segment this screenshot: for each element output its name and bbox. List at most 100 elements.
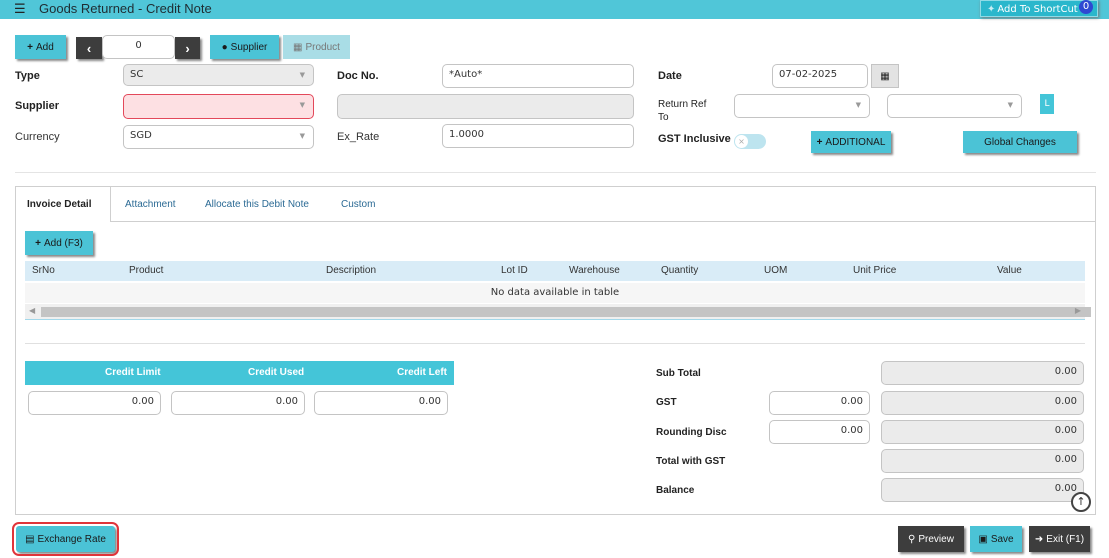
col-description[interactable]: Description xyxy=(326,265,376,276)
exchange-rate-label: Exchange Rate xyxy=(37,533,106,545)
return-ref-label-line2: To xyxy=(658,112,669,123)
save-label: Save xyxy=(990,533,1014,545)
divider xyxy=(15,172,1096,173)
currency-value: SGD xyxy=(130,130,152,141)
return-ref-select[interactable]: ▼ xyxy=(734,94,870,118)
chevron-down-icon: ▼ xyxy=(299,101,305,109)
tab-invoice-detail[interactable]: Invoice Detail xyxy=(27,199,91,210)
shortcut-count-badge: 0 xyxy=(1079,0,1093,14)
gst-rate-field[interactable]: 0.00 xyxy=(769,391,870,415)
tab-custom[interactable]: Custom xyxy=(341,199,375,210)
tab-baseline xyxy=(111,221,1096,222)
scroll-left-icon[interactable]: ◀ xyxy=(29,306,35,315)
calendar-icon: ▦ xyxy=(880,70,890,82)
exchange-rate-button[interactable]: ▤ Exchange Rate xyxy=(12,522,119,556)
tab-allocate-debit-note[interactable]: Allocate this Debit Note xyxy=(205,199,309,210)
credit-limit-field[interactable]: 0.00 xyxy=(28,391,161,415)
tab-attachment[interactable]: Attachment xyxy=(125,199,176,210)
credit-left-field[interactable]: 0.00 xyxy=(314,391,448,415)
supplier-label: Supplier xyxy=(15,100,60,112)
date-field[interactable]: 07-02-2025 xyxy=(772,64,868,88)
add-line-button[interactable]: + Add (F3) xyxy=(25,231,93,255)
currency-label: Currency xyxy=(15,131,60,143)
plus-icon: + xyxy=(27,41,34,53)
hamburger-menu-icon[interactable]: ☰ xyxy=(14,2,26,17)
additional-button[interactable]: + ADDITIONAL xyxy=(811,131,891,153)
balance-label: Balance xyxy=(656,485,695,496)
col-lot-id[interactable]: Lot ID xyxy=(501,265,528,276)
credit-left-header: Credit Left xyxy=(397,367,447,378)
title-bar: ☰ Goods Returned - Credit Note ✦ Add To S… xyxy=(0,0,1109,19)
col-srno[interactable]: SrNo xyxy=(32,265,55,276)
grid-empty-message: No data available in table xyxy=(25,283,1085,303)
calendar-button[interactable]: ▦ xyxy=(871,64,899,88)
user-icon: ● xyxy=(221,41,228,53)
chevron-down-icon: ▼ xyxy=(299,132,305,140)
divider xyxy=(25,343,1085,344)
additional-label: ADDITIONAL xyxy=(825,136,886,148)
prev-record-button[interactable]: ‹ xyxy=(76,37,102,59)
add-line-label: Add (F3) xyxy=(43,237,83,249)
return-ref-label: Return Ref To xyxy=(658,99,706,123)
col-warehouse[interactable]: Warehouse xyxy=(569,265,620,276)
col-unit-price[interactable]: Unit Price xyxy=(853,265,896,276)
add-to-shortcut-button[interactable]: ✦ Add To ShortCut 0 xyxy=(980,0,1098,17)
chevron-down-icon: ▼ xyxy=(299,71,305,79)
subtotal-field: 0.00 xyxy=(881,361,1084,385)
total-gst-field: 0.00 xyxy=(881,449,1084,473)
chevron-left-icon: ‹ xyxy=(86,40,92,56)
col-quantity[interactable]: Quantity xyxy=(661,265,698,276)
col-product[interactable]: Product xyxy=(129,265,163,276)
exit-label: Exit (F1) xyxy=(1046,533,1085,545)
type-value: SC xyxy=(130,69,144,80)
side-tag[interactable]: L xyxy=(1040,94,1054,114)
save-button[interactable]: ▣ Save xyxy=(970,526,1022,552)
credit-used-field[interactable]: 0.00 xyxy=(171,391,305,415)
col-value[interactable]: Value xyxy=(997,265,1022,276)
chevron-down-icon: ▼ xyxy=(855,101,861,109)
rounding-rate-field[interactable]: 0.00 xyxy=(769,420,870,444)
credit-header: Credit Limit Credit Used Credit Left xyxy=(25,361,454,385)
balance-field: 0.00 xyxy=(881,478,1084,502)
plus-icon: + xyxy=(35,237,41,249)
next-record-button[interactable]: › xyxy=(175,37,200,59)
exrate-label: Ex_Rate xyxy=(337,131,380,143)
grid-header: SrNo Product Description Lot ID Warehous… xyxy=(25,261,1085,281)
date-label: Date xyxy=(658,70,682,82)
col-uom[interactable]: UOM xyxy=(764,265,787,276)
exrate-field[interactable]: 1.0000 xyxy=(442,124,634,148)
preview-label: Preview xyxy=(918,533,954,545)
gst-inclusive-toggle[interactable]: × xyxy=(734,134,766,149)
supplier-select[interactable]: ▼ xyxy=(123,94,314,119)
rounding-label: Rounding Disc xyxy=(656,427,727,438)
product-button-label: Product xyxy=(305,41,340,53)
supplier-name-field xyxy=(337,94,634,119)
docno-label: Doc No. xyxy=(337,70,379,82)
type-label: Type xyxy=(15,70,40,82)
toggle-knob: × xyxy=(735,135,748,148)
shortcut-label: Add To ShortCut xyxy=(997,4,1078,15)
gst-label: GST xyxy=(656,397,677,408)
add-button[interactable]: + Add xyxy=(15,35,66,59)
scrollbar-thumb[interactable] xyxy=(41,307,1091,317)
chevron-down-icon: ▼ xyxy=(1007,101,1013,109)
floppy-disk-icon: ▣ xyxy=(978,533,988,545)
sign-out-icon: ➜ xyxy=(1034,533,1044,545)
docno-field[interactable]: *Auto* xyxy=(442,64,634,88)
page-title: Goods Returned - Credit Note xyxy=(39,1,212,16)
scroll-to-top-icon[interactable]: ↑ xyxy=(1071,492,1091,512)
supplier-button[interactable]: ● Supplier xyxy=(210,35,279,59)
record-index-field[interactable]: 0 xyxy=(102,35,175,59)
type-select[interactable]: SC ▼ xyxy=(123,64,314,86)
grid-horizontal-scrollbar[interactable]: ◀ ▶ xyxy=(25,304,1091,320)
supplier-button-label: Supplier xyxy=(230,41,268,53)
currency-select[interactable]: SGD ▼ xyxy=(123,125,314,149)
preview-button[interactable]: ⚲ Preview xyxy=(898,526,964,552)
global-changes-button[interactable]: Global Changes xyxy=(963,131,1077,153)
exit-button[interactable]: ➜ Exit (F1) xyxy=(1029,526,1090,552)
product-button[interactable]: ▦ Product xyxy=(283,35,350,59)
gift-icon: ▦ xyxy=(293,41,303,53)
money-icon: ▤ xyxy=(25,533,35,545)
return-to-select[interactable]: ▼ xyxy=(887,94,1022,118)
scroll-right-icon[interactable]: ▶ xyxy=(1075,306,1081,315)
